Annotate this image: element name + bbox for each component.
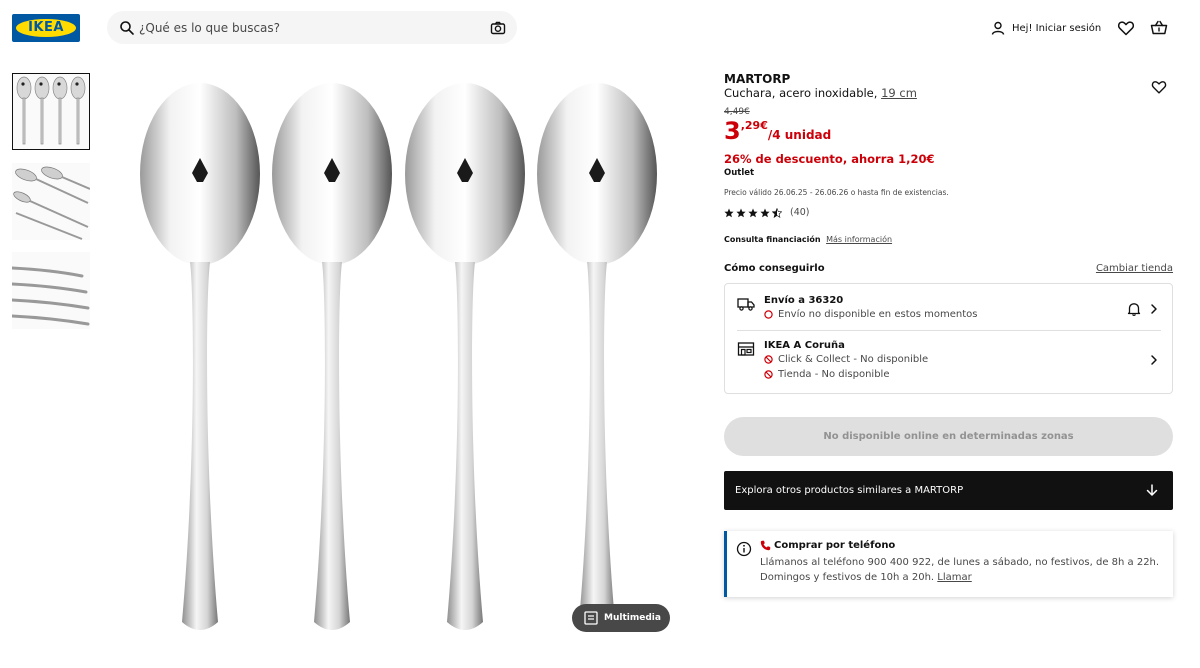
description-text: Cuchara, acero inoxidable, (724, 86, 878, 100)
spoon-1 (140, 83, 260, 630)
logo-text: IKEA (28, 20, 64, 35)
star-icon (724, 208, 734, 217)
click-collect-status: Click & Collect - No disponible (764, 354, 928, 365)
star-icon (748, 208, 758, 217)
favorite-heart-icon[interactable] (1150, 78, 1168, 96)
delivery-status-text: Envío no disponible en estos momentos (778, 309, 978, 320)
availability-box: Envío a 36320 Envío no disponible en est… (724, 283, 1173, 394)
rating-count: (40) (790, 207, 810, 218)
thumbnail-1[interactable] (12, 73, 90, 150)
bell-icon[interactable] (1126, 301, 1142, 317)
in-store-text: Tienda - No disponible (778, 369, 890, 380)
star-icon (760, 208, 770, 217)
status-circle-icon (764, 310, 773, 319)
arrow-down-icon (1146, 484, 1158, 496)
phone-title-text: Comprar por teléfono (774, 540, 896, 551)
size-link[interactable]: 19 cm (881, 86, 917, 100)
call-link[interactable]: Llamar (937, 572, 971, 583)
star-icon (736, 208, 746, 217)
thumbnail-2[interactable] (12, 163, 90, 240)
login-label: Hej! Iniciar sesión (1012, 22, 1102, 34)
rating[interactable]: (40) (724, 207, 810, 218)
old-price: 4,49€ (724, 107, 750, 117)
multimedia-label: Multimedia (604, 613, 661, 623)
divider (737, 330, 1161, 331)
search-bar[interactable] (107, 11, 517, 44)
ikea-logo[interactable]: IKEA (12, 14, 80, 42)
phone-purchase-box: Comprar por teléfono Llámanos al teléfon… (724, 531, 1173, 597)
price-integer: 3 (724, 117, 741, 145)
financing-label: Consulta financiación (724, 235, 821, 244)
in-store-status: Tienda - No disponible (764, 369, 889, 380)
unavailable-icon (764, 355, 773, 364)
search-input[interactable] (139, 11, 479, 44)
chevron-right-icon[interactable] (1148, 354, 1160, 366)
outlet-badge: Outlet (724, 168, 755, 178)
price-decimal: ,29€ (740, 119, 768, 132)
discount-text: 26% de descuento, ahorra 1,20€ (724, 152, 935, 166)
half-star-icon (772, 207, 782, 218)
unavailable-button[interactable]: No disponible online en determinadas zon… (724, 417, 1173, 456)
unavailable-icon (764, 370, 773, 379)
product-description: Cuchara, acero inoxidable, 19 cm (724, 86, 917, 100)
search-icon[interactable] (119, 20, 135, 36)
phone-description: Llámanos al teléfono 900 400 922, de lun… (760, 555, 1170, 585)
availability-title: Cómo conseguirlo (724, 263, 825, 274)
truck-icon (737, 298, 755, 311)
explore-label: Explora otros productos similares a MART… (735, 485, 964, 496)
user-icon (991, 21, 1005, 35)
heart-icon[interactable] (1116, 18, 1136, 38)
login-link[interactable]: Hej! Iniciar sesión (990, 19, 1101, 37)
financing-link[interactable]: Más información (826, 235, 892, 244)
rating-stars (724, 207, 784, 218)
thumbnail-3[interactable] (12, 252, 90, 329)
price-unit: /4 unidad (767, 128, 832, 142)
info-icon (736, 541, 752, 557)
header: IKEA Hej! Iniciar sesión (0, 0, 1200, 56)
store-title: IKEA A Coruña (764, 340, 845, 351)
phone-title: Comprar por teléfono (760, 540, 895, 551)
product-image[interactable] (108, 62, 683, 647)
cart-icon[interactable] (1149, 18, 1169, 38)
camera-icon[interactable] (490, 20, 506, 36)
delivery-title: Envío a 36320 (764, 295, 844, 306)
price-validity: Precio válido 26.06.25 - 26.06.26 o hast… (724, 188, 949, 197)
explore-similar-button[interactable]: Explora otros productos similares a MART… (724, 471, 1173, 510)
product-name: MARTORP (724, 72, 791, 86)
financing: Consulta financiación Más información (724, 235, 892, 244)
multimedia-button[interactable]: Multimedia (572, 604, 670, 632)
store-icon (737, 342, 755, 356)
change-store-link[interactable]: Cambiar tienda (1096, 263, 1173, 274)
spoon-4 (537, 83, 657, 630)
spoon-3 (405, 83, 525, 630)
delivery-status: Envío no disponible en estos momentos (764, 309, 977, 320)
phone-icon (760, 540, 771, 551)
spoon-2 (272, 83, 392, 630)
price: 3,29€/4 unidad (724, 117, 831, 145)
chevron-right-icon[interactable] (1148, 303, 1160, 315)
click-collect-text: Click & Collect - No disponible (778, 354, 929, 365)
gallery-icon (584, 611, 598, 625)
